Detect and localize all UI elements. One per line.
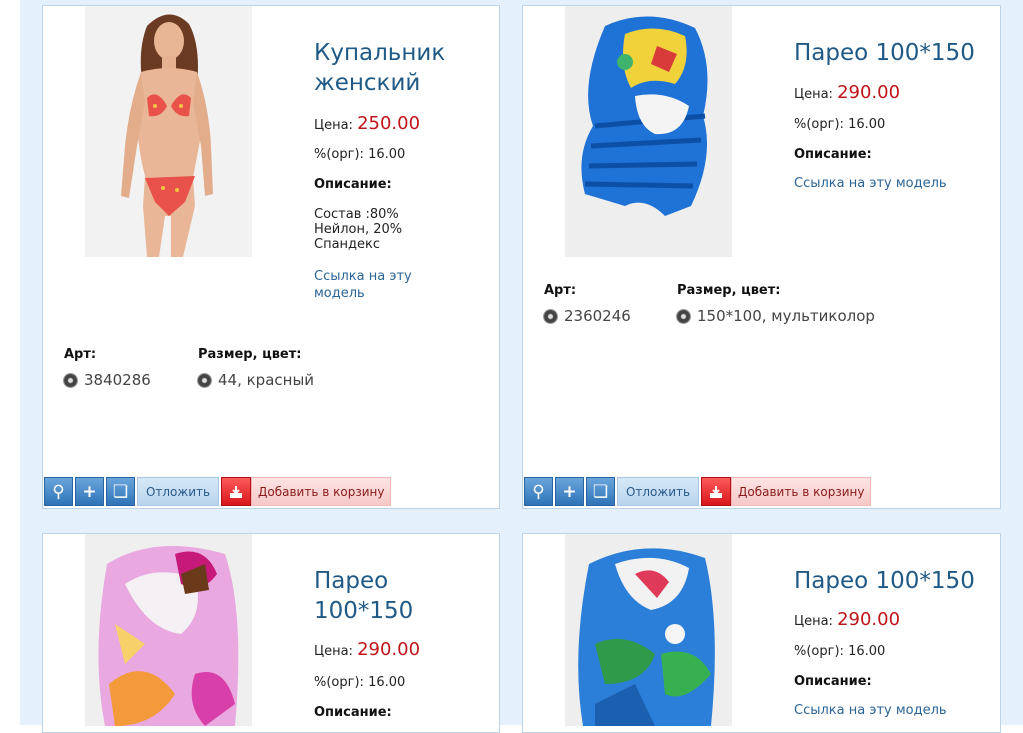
product-title[interactable]: Парео 100*150 [314,566,424,626]
model-link[interactable]: Ссылка на эту модель [794,175,984,192]
compare-button[interactable]: ❏ [106,477,135,506]
description-text: Состав :80% Нейлон, 20% Спандекс [314,207,403,252]
compare-icon: ❏ [112,481,129,502]
add-to-cart-button[interactable]: Добавить в корзину [251,477,391,506]
org-row: %(орг): 16.00 [794,117,885,132]
plus-icon: + [562,481,577,502]
price-label: Цена: [314,118,353,133]
art-number: 3840286 [84,371,151,389]
size-text: 44, красный [218,371,315,389]
plus-icon: + [82,481,97,502]
zoom-button[interactable]: ⚲ [44,477,73,506]
description-label: Описание: [314,705,392,720]
art-label: Арт: [544,283,577,298]
product-image[interactable] [85,6,252,257]
org-row: %(орг): 16.00 [314,147,405,162]
size-value: 150*100, мультиколор [677,307,875,325]
org-value: 16.00 [368,147,406,162]
price-row: Цена: 290.00 [314,639,420,660]
product-card: Парео 100*150 Цена: 290.00 %(орг): 16.00… [42,533,500,733]
product-title[interactable]: Парео 100*150 [794,566,994,596]
price-value: 250.00 [357,113,421,134]
price-label: Цена: [794,87,833,102]
defer-button[interactable]: Отложить [137,477,219,506]
zoom-icon: ⚲ [532,481,545,502]
product-image[interactable] [565,6,732,257]
cart-add-icon [710,485,722,498]
product-card: Парео 100*150 Цена: 290.00 %(орг): 16.00… [522,533,1001,733]
size-label: Размер, цвет: [677,283,781,298]
price-label: Цена: [794,614,833,629]
org-row: %(орг): 16.00 [314,675,405,690]
art-value: 2360246 [544,307,631,325]
price-row: Цена: 290.00 [794,82,900,103]
size-text: 150*100, мультиколор [697,307,875,325]
product-card: Парео 100*150 Цена: 290.00 %(орг): 16.00… [522,5,1001,509]
plus-button[interactable]: + [75,477,104,506]
model-link[interactable]: Ссылка на эту модель [794,702,984,719]
org-value: 16.00 [368,675,406,690]
art-number: 2360246 [564,307,631,325]
product-card: Купальник женский Цена: 250.00 %(орг): 1… [42,5,500,509]
price-row: Цена: 250.00 [314,113,420,134]
price-value: 290.00 [837,82,901,103]
cart-add-icon-button[interactable] [701,477,731,506]
price-label: Цена: [314,644,353,659]
art-value: 3840286 [64,371,151,389]
plus-button[interactable]: + [555,477,584,506]
radio-bullet-icon [198,373,211,387]
add-to-cart-button[interactable]: Добавить в корзину [731,477,871,506]
defer-button[interactable]: Отложить [617,477,699,506]
org-label: %(орг): [314,675,364,690]
description-label: Описание: [794,147,872,162]
org-label: %(орг): [794,117,844,132]
description-label: Описание: [314,177,392,192]
zoom-icon: ⚲ [52,481,65,502]
price-value: 290.00 [357,639,421,660]
cart-add-icon [230,485,242,498]
compare-button[interactable]: ❏ [586,477,615,506]
size-label: Размер, цвет: [198,347,302,362]
org-label: %(орг): [794,644,844,659]
radio-bullet-icon [544,309,557,323]
radio-bullet-icon [64,373,77,387]
org-value: 16.00 [848,644,886,659]
org-value: 16.00 [848,117,886,132]
product-image[interactable] [565,534,732,726]
card-toolbar: ⚲ + ❏ Отложить Добавить в корзину [524,477,871,506]
zoom-button[interactable]: ⚲ [524,477,553,506]
product-title[interactable]: Купальник женский [314,38,499,98]
product-title[interactable]: Парео 100*150 [794,38,994,68]
compare-icon: ❏ [592,481,609,502]
description-label: Описание: [794,674,872,689]
card-toolbar: ⚲ + ❏ Отложить Добавить в корзину [44,477,391,506]
model-link[interactable]: Ссылка на эту модель [314,268,444,302]
org-label: %(орг): [314,147,364,162]
org-row: %(орг): 16.00 [794,644,885,659]
product-image[interactable] [85,534,252,726]
price-row: Цена: 290.00 [794,609,900,630]
cart-add-icon-button[interactable] [221,477,251,506]
price-value: 290.00 [837,609,901,630]
art-label: Арт: [64,347,97,362]
radio-bullet-icon [677,309,690,323]
size-value: 44, красный [198,371,314,389]
